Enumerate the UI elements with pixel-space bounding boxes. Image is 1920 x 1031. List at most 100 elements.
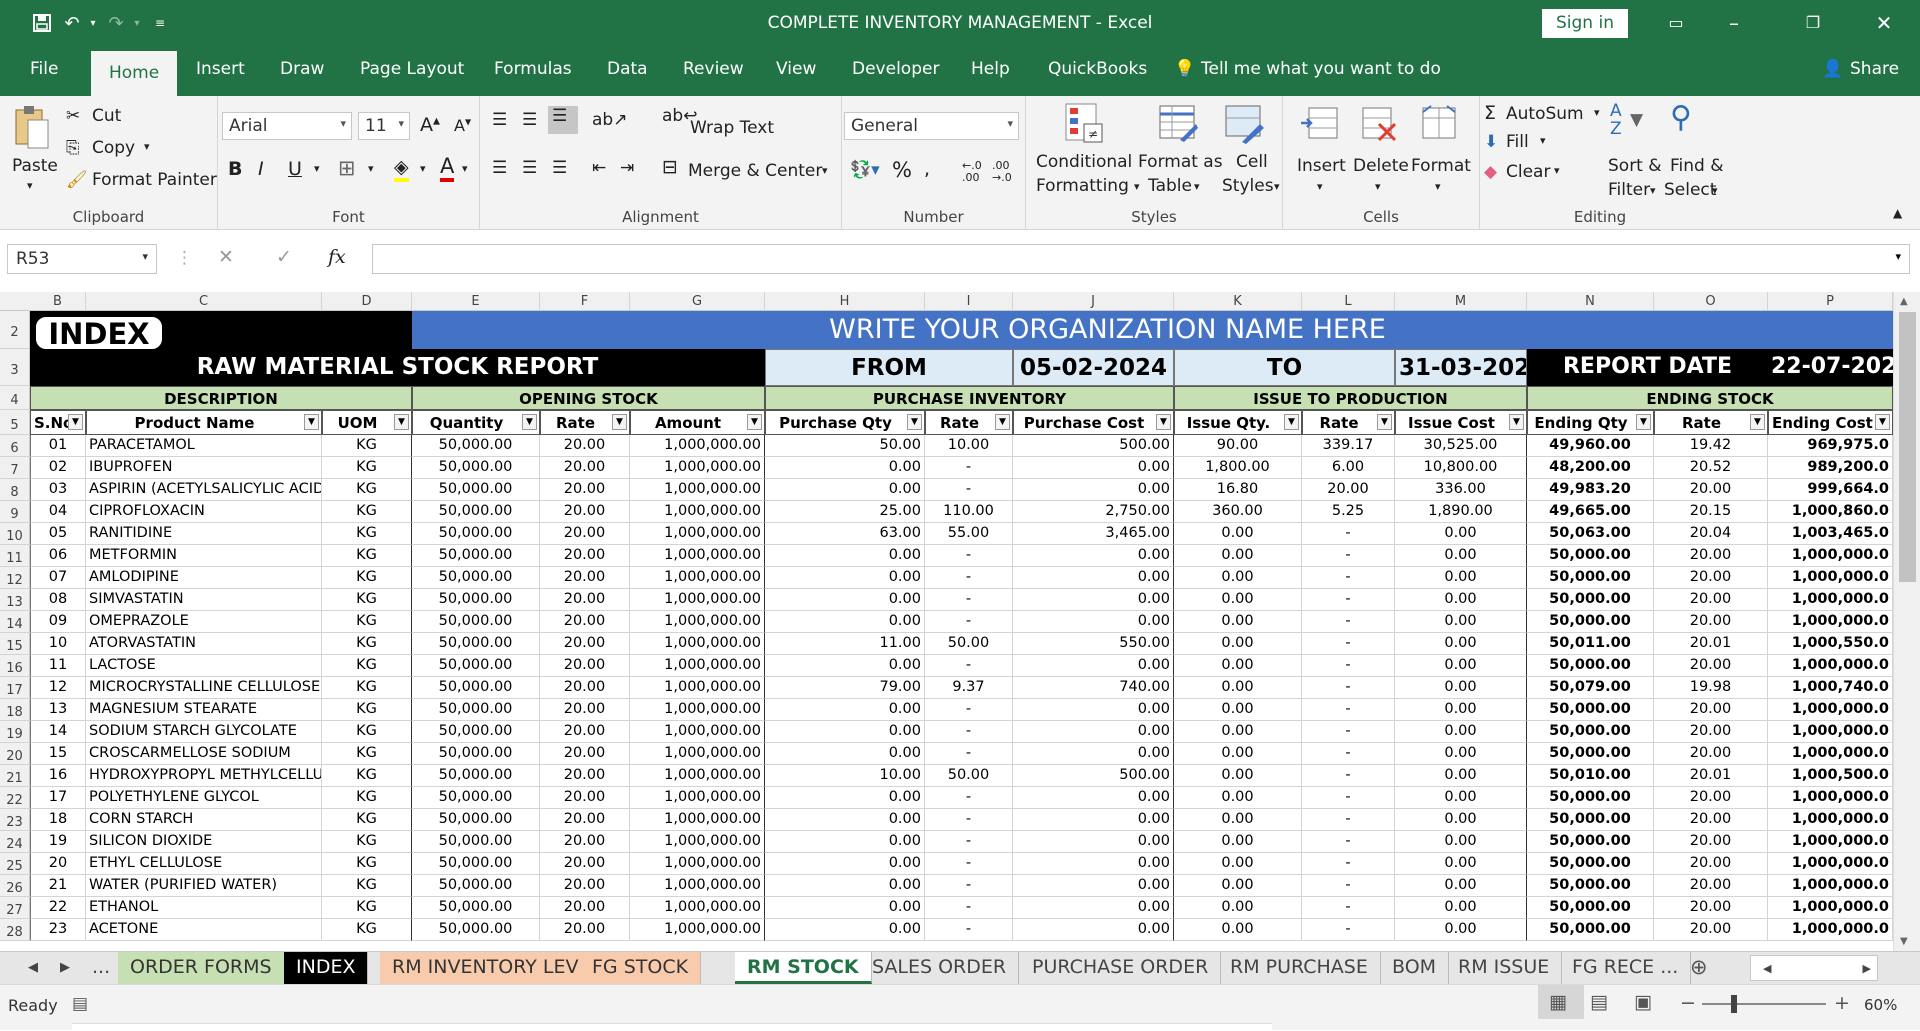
table-cell[interactable]: 0.00 [1174, 897, 1302, 919]
table-cell[interactable]: 0.00 [1174, 919, 1302, 941]
page-layout-view-icon[interactable]: ▤ [1590, 991, 1608, 1013]
table-cell[interactable]: 0.00 [1174, 699, 1302, 721]
table-cell[interactable]: 5.25 [1302, 501, 1395, 523]
sheet-tab[interactable]: SALES ORDER [860, 952, 1020, 984]
cell-styles-button[interactable]: Cell [1236, 152, 1268, 172]
table-cell[interactable]: KG [322, 567, 412, 589]
table-cell[interactable]: 1,000,000.00 [630, 523, 765, 545]
table-cell[interactable]: 50,000.00 [1527, 545, 1654, 567]
table-cell[interactable]: 50,000.00 [412, 787, 540, 809]
table-cell[interactable]: PARACETAMOL [86, 435, 322, 457]
table-cell[interactable]: 20.00 [1654, 545, 1768, 567]
table-cell[interactable]: 09 [30, 611, 86, 633]
table-cell[interactable]: 20.00 [1654, 831, 1768, 853]
delete-cells-icon[interactable] [1359, 104, 1399, 146]
table-cell[interactable]: 50,000.00 [1527, 743, 1654, 765]
currency-icon[interactable]: 💱▾ [850, 160, 880, 180]
table-cell[interactable]: 1,000,000.00 [630, 435, 765, 457]
table-cell[interactable]: 20.00 [1654, 743, 1768, 765]
normal-view-icon[interactable]: ▦ [1549, 991, 1567, 1013]
tab-view[interactable]: View [776, 59, 816, 79]
table-cell[interactable]: - [925, 567, 1013, 589]
row-header[interactable]: 6 [0, 435, 30, 457]
copy-dropdown-icon[interactable]: ▾ [144, 140, 150, 153]
table-cell[interactable]: - [1302, 853, 1395, 875]
table-cell[interactable]: 0.00 [1395, 545, 1527, 567]
table-cell[interactable]: 0.00 [1013, 831, 1174, 853]
table-cell[interactable]: 10.00 [925, 435, 1013, 457]
table-header[interactable]: Product Name [86, 410, 322, 435]
table-cell[interactable]: 0.00 [1174, 743, 1302, 765]
row-header[interactable]: 18 [0, 699, 30, 721]
table-cell[interactable]: 20.00 [1654, 787, 1768, 809]
close-icon[interactable]: ✕ [1864, 8, 1904, 38]
table-cell[interactable]: KG [322, 853, 412, 875]
table-cell[interactable]: - [1302, 765, 1395, 787]
table-cell[interactable]: 13 [30, 699, 86, 721]
table-cell[interactable]: 0.00 [765, 919, 925, 941]
sheet-tab[interactable]: ORDER FORMS [118, 952, 285, 984]
borders-dropdown-icon[interactable]: ▾ [368, 162, 374, 175]
table-cell[interactable]: 50,000.00 [1527, 699, 1654, 721]
table-cell[interactable]: 20.00 [540, 611, 630, 633]
table-cell[interactable]: 0.00 [1395, 655, 1527, 677]
table-cell[interactable]: KG [322, 545, 412, 567]
table-cell[interactable]: 63.00 [765, 523, 925, 545]
table-cell[interactable]: KG [322, 699, 412, 721]
tell-me-search[interactable]: Tell me what you want to do [1201, 59, 1441, 79]
row-header[interactable]: 3 [0, 349, 30, 386]
table-cell[interactable]: KG [322, 589, 412, 611]
row-header[interactable]: 21 [0, 765, 30, 787]
table-cell[interactable]: 20.00 [540, 435, 630, 457]
table-cell[interactable]: 1,000,000.0 [1768, 787, 1893, 809]
table-cell[interactable]: 20.00 [540, 501, 630, 523]
table-cell[interactable]: 50,000.00 [412, 457, 540, 479]
italic-button[interactable]: I [258, 158, 264, 180]
table-cell[interactable]: 20.00 [540, 699, 630, 721]
zoom-out-icon[interactable]: − [1680, 992, 1696, 1014]
table-cell[interactable]: 20.00 [1654, 853, 1768, 875]
table-cell[interactable]: - [1302, 831, 1395, 853]
table-cell[interactable]: KG [322, 787, 412, 809]
filter-dropdown-icon[interactable]: ▼ [68, 414, 83, 430]
table-cell[interactable]: 0.00 [765, 721, 925, 743]
table-cell[interactable]: 0.00 [1174, 589, 1302, 611]
decrease-indent-icon[interactable]: ⇤ [592, 158, 606, 178]
table-cell[interactable]: 20.00 [1654, 611, 1768, 633]
worksheet-grid[interactable]: B C D E F G H I J K L M N O P 2 3 4 5 6 7 8 9 10 11 12 13 14 15 16 17 1… [0, 292, 1893, 951]
cut-button[interactable]: Cut [92, 106, 121, 126]
table-cell[interactable]: - [1302, 545, 1395, 567]
table-cell[interactable]: 1,000,000.0 [1768, 743, 1893, 765]
table-cell[interactable]: 1,000,000.0 [1768, 655, 1893, 677]
font-color-dropdown-icon[interactable]: ▾ [462, 162, 468, 175]
table-cell[interactable]: 1,000,000.00 [630, 501, 765, 523]
page-break-view-icon[interactable]: ▣ [1634, 991, 1652, 1013]
row-header[interactable]: 22 [0, 787, 30, 809]
table-cell[interactable]: 0.00 [1013, 589, 1174, 611]
align-center-icon[interactable]: ☰ [522, 158, 537, 178]
format-table-dropdown-icon[interactable]: ▾ [1194, 180, 1200, 193]
column-header[interactable]: B [30, 292, 86, 311]
table-cell[interactable]: POLYETHYLENE GLYCOL [86, 787, 322, 809]
find-dropdown-icon[interactable]: ▾ [1712, 184, 1718, 197]
table-cell[interactable]: 2,750.00 [1013, 501, 1174, 523]
table-cell[interactable]: 1,000,000.0 [1768, 809, 1893, 831]
table-cell[interactable]: 11.00 [765, 633, 925, 655]
row-header[interactable]: 26 [0, 875, 30, 897]
table-cell[interactable]: 0.00 [765, 875, 925, 897]
table-cell[interactable]: - [1302, 809, 1395, 831]
table-cell[interactable]: 50.00 [925, 633, 1013, 655]
table-cell[interactable]: 50,011.00 [1527, 633, 1654, 655]
table-cell[interactable]: - [925, 721, 1013, 743]
table-cell[interactable]: - [1302, 919, 1395, 941]
font-color-icon[interactable]: A [440, 154, 455, 182]
table-cell[interactable]: 05 [30, 523, 86, 545]
table-cell[interactable]: 30,525.00 [1395, 435, 1527, 457]
row-header[interactable]: 23 [0, 809, 30, 831]
table-cell[interactable]: 50,000.00 [1527, 809, 1654, 831]
table-cell[interactable]: 0.00 [1395, 611, 1527, 633]
copy-icon[interactable]: ⎘ [66, 138, 80, 158]
table-cell[interactable]: 20.00 [540, 721, 630, 743]
table-cell[interactable]: - [1302, 787, 1395, 809]
table-cell[interactable]: 0.00 [1013, 787, 1174, 809]
